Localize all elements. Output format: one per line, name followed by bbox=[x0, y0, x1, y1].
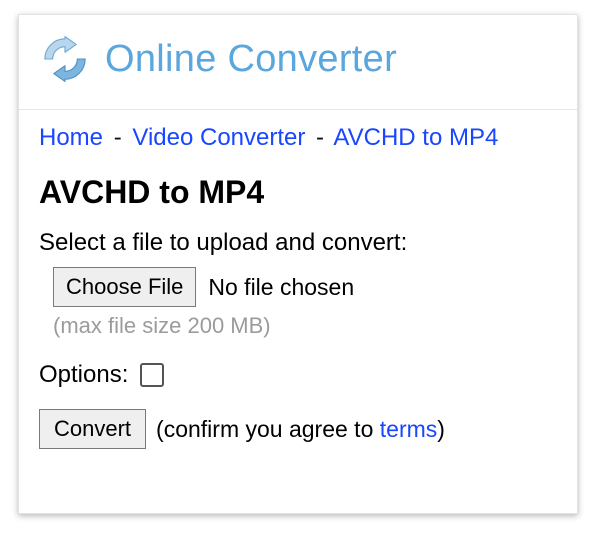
breadcrumb: Home - Video Converter - AVCHD to MP4 bbox=[19, 110, 577, 160]
options-label: Options: bbox=[39, 361, 128, 389]
breadcrumb-current-link[interactable]: AVCHD to MP4 bbox=[333, 124, 498, 151]
options-row: Options: bbox=[39, 361, 557, 389]
refresh-arrows-icon bbox=[37, 31, 93, 87]
breadcrumb-sep: - bbox=[114, 124, 122, 151]
page-title: AVCHD to MP4 bbox=[19, 160, 577, 229]
file-status: No file chosen bbox=[208, 274, 354, 301]
site-name: Online Converter bbox=[105, 38, 397, 81]
agree-prefix: (confirm you agree to bbox=[156, 416, 380, 442]
agree-text: (confirm you agree to terms) bbox=[156, 416, 445, 443]
options-checkbox[interactable] bbox=[140, 363, 164, 387]
convert-row: Convert (confirm you agree to terms) bbox=[39, 409, 557, 449]
form-body: Select a file to upload and convert: Cho… bbox=[19, 229, 577, 449]
breadcrumb-home-link[interactable]: Home bbox=[39, 124, 103, 151]
site-header: Online Converter bbox=[19, 15, 577, 110]
agree-suffix: ) bbox=[437, 416, 445, 442]
breadcrumb-sep: - bbox=[316, 124, 324, 151]
file-row: Choose File No file chosen bbox=[53, 267, 557, 307]
convert-button[interactable]: Convert bbox=[39, 409, 146, 449]
terms-link[interactable]: terms bbox=[380, 416, 438, 442]
size-limit: (max file size 200 MB) bbox=[53, 313, 557, 339]
breadcrumb-video-converter-link[interactable]: Video Converter bbox=[132, 124, 305, 151]
choose-file-button[interactable]: Choose File bbox=[53, 267, 196, 307]
converter-card: Online Converter Home - Video Converter … bbox=[18, 14, 578, 514]
upload-prompt: Select a file to upload and convert: bbox=[39, 229, 557, 257]
